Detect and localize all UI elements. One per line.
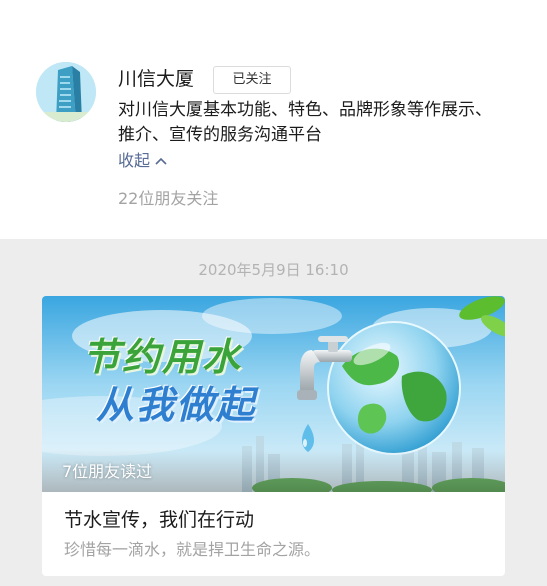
account-profile-section: 川信大厦 已关注 对川信大厦基本功能、特色、品牌形象等作展示、推介、宣传的服务沟… (0, 0, 547, 239)
building-icon (36, 62, 96, 122)
cover-slogan-line2: 从我做起 (96, 383, 257, 427)
account-name: 川信大厦 (118, 68, 195, 90)
article-card[interactable]: 节约用水 从我做起 7位朋友读过 节水宣传，我们在行动 珍惜每一滴水，就是捍卫生… (42, 296, 505, 576)
message-timestamp: 2020年5月9日 16:10 (198, 261, 349, 279)
friends-read-count: 7位朋友读过 (62, 462, 153, 481)
collapse-label: 收起 (118, 151, 151, 170)
article-cover-image: 节约用水 从我做起 7位朋友读过 (42, 296, 505, 492)
follow-status-badge[interactable]: 已关注 (213, 66, 291, 94)
chevron-up-icon (155, 157, 167, 165)
article-digest: 珍惜每一滴水，就是捍卫生命之源。 (64, 540, 321, 559)
followers-count[interactable]: 22位朋友关注 (118, 188, 218, 210)
account-description: 对川信大厦基本功能、特色、品牌形象等作展示、推介、宣传的服务沟通平台 (118, 100, 492, 145)
collapse-button[interactable]: 收起 (118, 150, 168, 172)
account-avatar[interactable] (36, 62, 96, 122)
article-title[interactable]: 节水宣传，我们在行动 (64, 507, 254, 533)
cover-slogan-line1: 节约用水 (82, 335, 243, 379)
